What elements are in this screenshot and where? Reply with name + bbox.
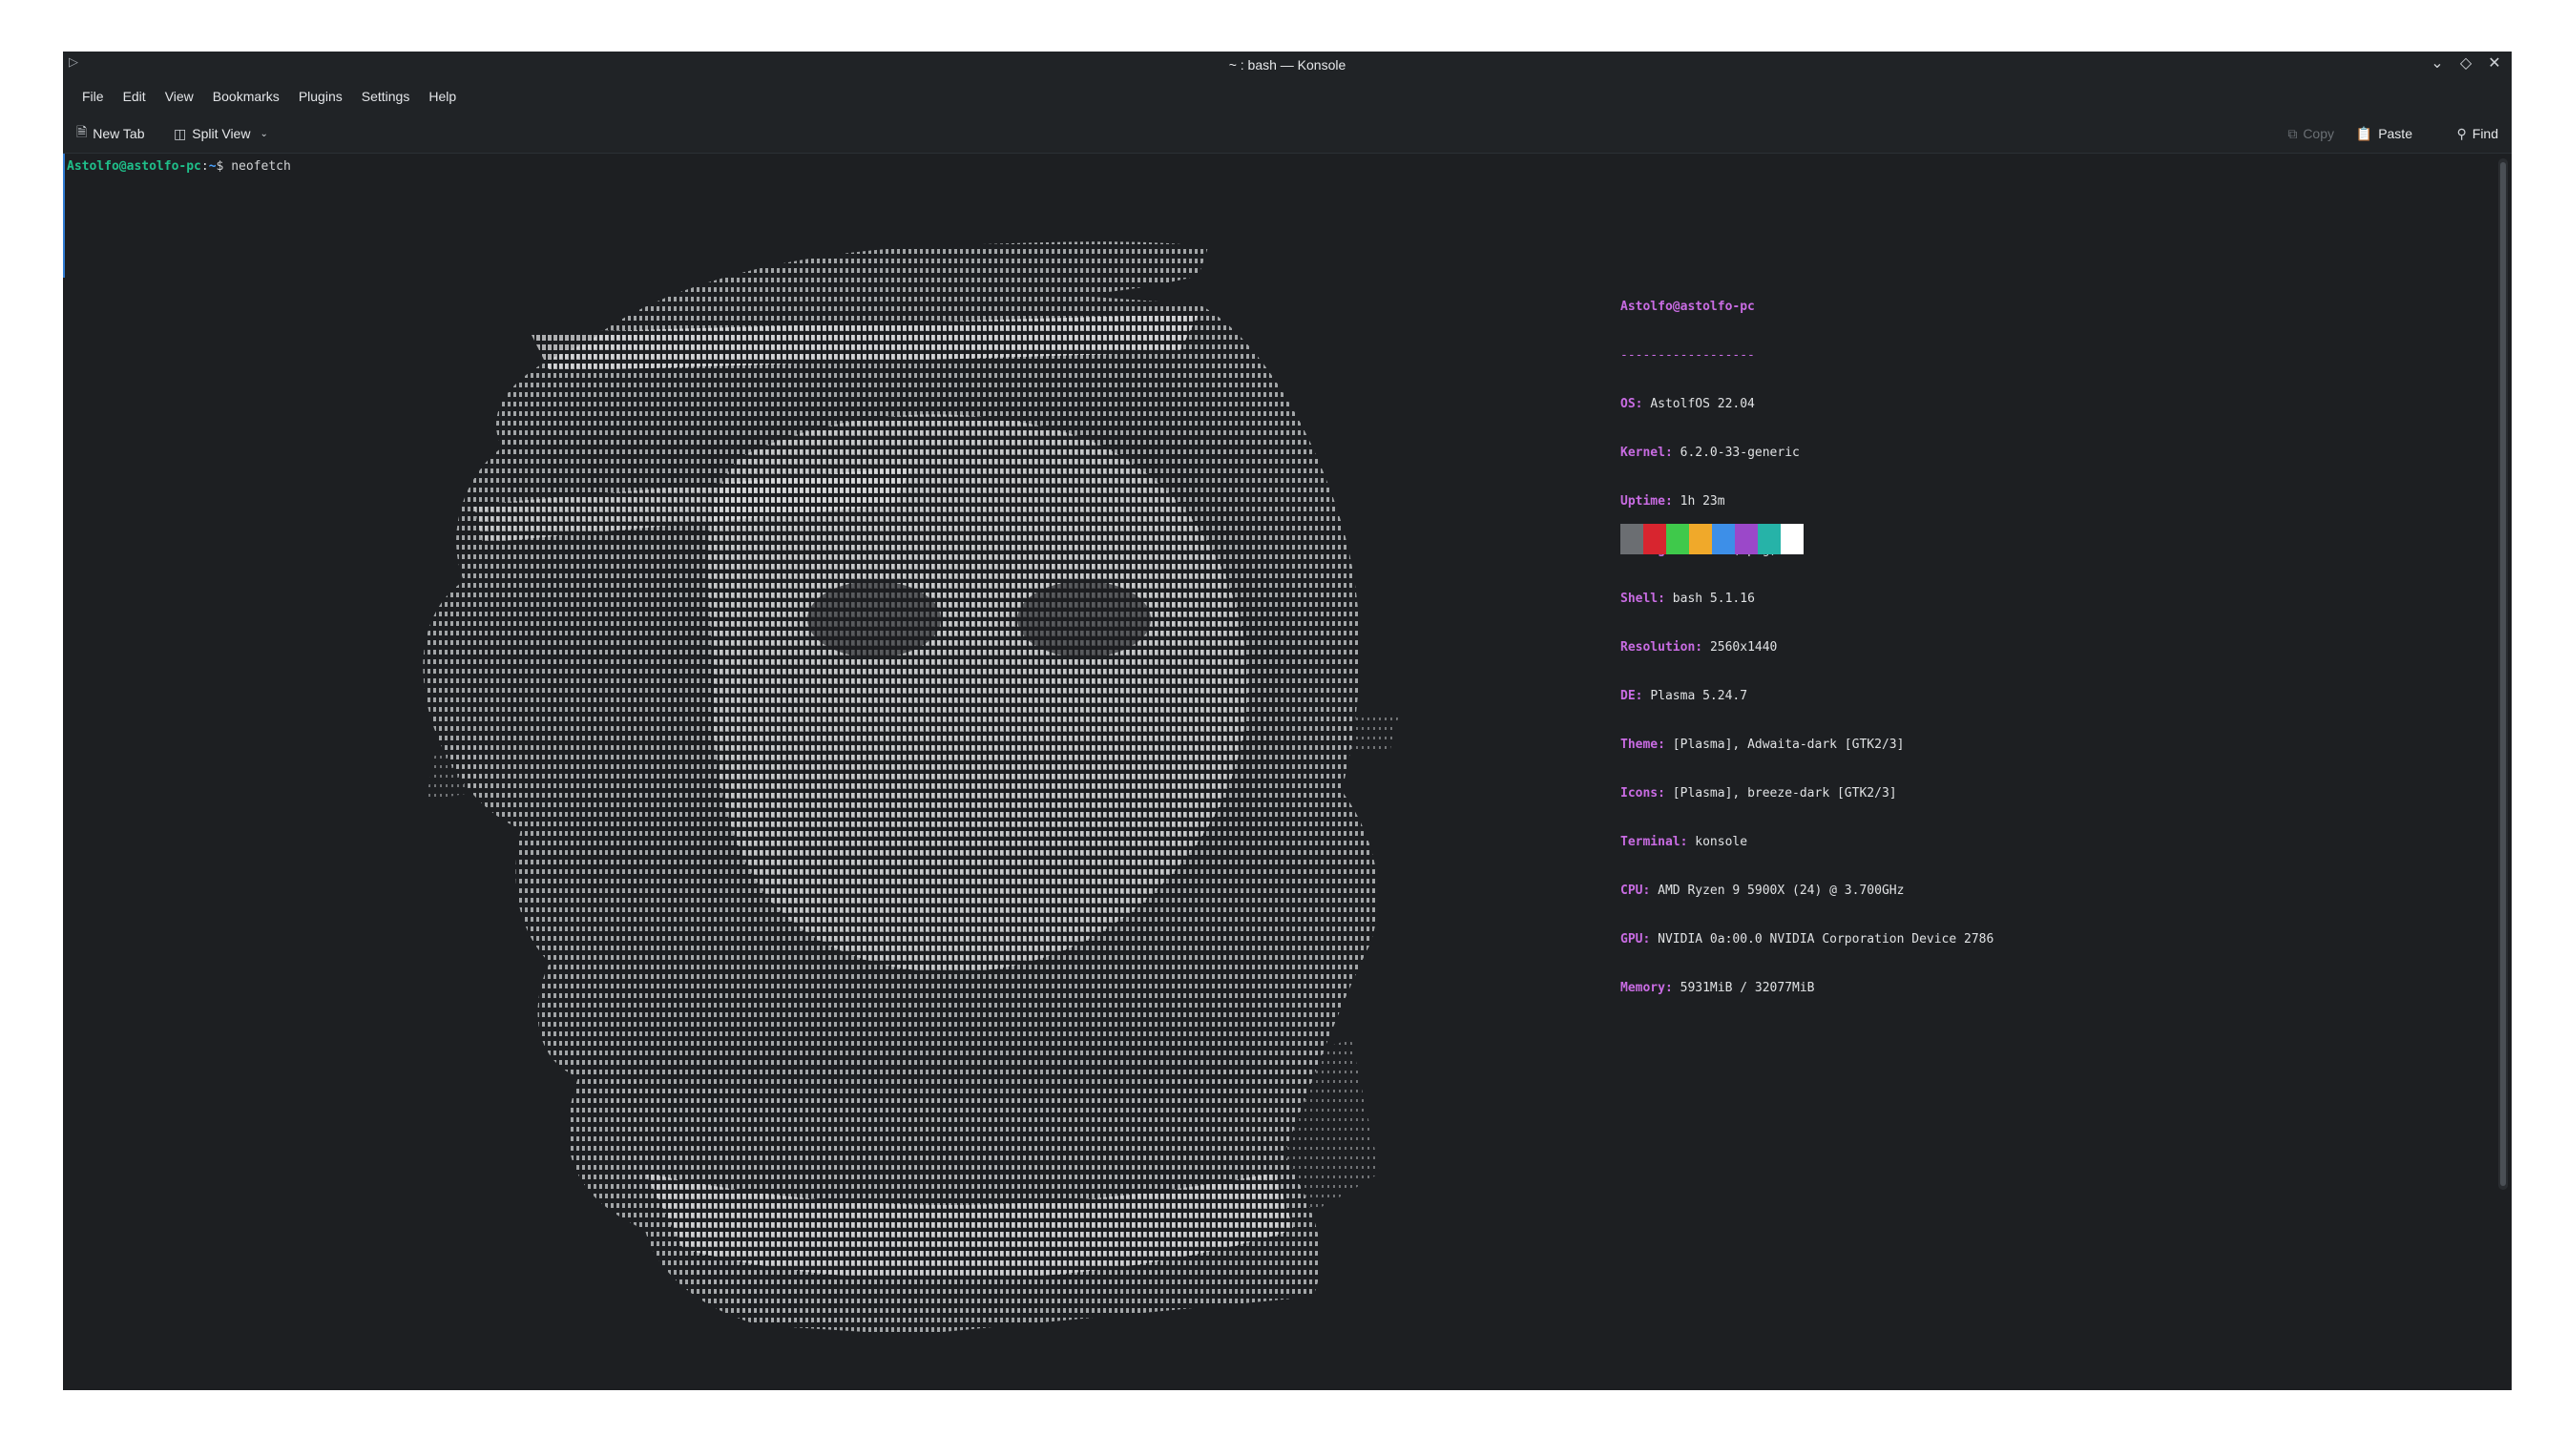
info-key: Theme [1620, 738, 1659, 752]
info-key: DE [1620, 689, 1636, 703]
new-tab-icon: 🗎 [76, 124, 88, 139]
command-prompt: Astolfo@astolfo-pc:~$ neofetch [67, 159, 291, 174]
info-key: Uptime [1620, 494, 1665, 509]
info-value: konsole [1695, 835, 1748, 849]
prompt-symbol: $ [216, 159, 224, 174]
info-key: Shell [1620, 592, 1659, 606]
split-view-button[interactable]: ◫ Split View ⌄ [174, 122, 268, 145]
color-swatch [1666, 524, 1689, 554]
window-controls: ⌄ ◇ ✕ [2430, 55, 2502, 73]
info-key: GPU [1620, 932, 1643, 946]
ascii-portrait-art [244, 218, 1494, 1363]
terminal-scrollbar[interactable] [2498, 158, 2508, 1190]
search-icon: ⚲ [2456, 125, 2467, 141]
main-toolbar: 🗎 New Tab ◫ Split View ⌄ ⧉ Copy 📋 Paste … [63, 114, 2512, 154]
konsole-window: ▷ ~ : bash — Konsole ⌄ ◇ ✕ File Edit Vie… [63, 52, 2512, 1390]
info-value: bash 5.1.16 [1672, 592, 1755, 606]
copy-label: Copy [2303, 126, 2334, 141]
scrollbar-thumb[interactable] [2500, 162, 2506, 1186]
info-value: Plasma 5.24.7 [1650, 689, 1748, 703]
info-header: Astolfo@astolfo-pc [1620, 300, 1755, 314]
prompt-path: ~ [208, 159, 217, 174]
neofetch-info: Astolfo@astolfo-pc ------------------ OS… [1620, 266, 1993, 1029]
info-row: Theme: [Plasma], Adwaita-dark [GTK2/3] [1620, 738, 1905, 752]
info-value: NVIDIA 0a:00.0 NVIDIA Corporation Device… [1658, 932, 1994, 946]
new-tab-button[interactable]: 🗎 New Tab [76, 122, 144, 145]
find-button[interactable]: ⚲ Find [2457, 122, 2499, 145]
paste-label: Paste [2378, 126, 2412, 141]
color-swatch [1689, 524, 1712, 554]
color-swatch [1712, 524, 1735, 554]
info-row: Shell: bash 5.1.16 [1620, 592, 1755, 606]
info-value: 1h 23m [1680, 494, 1725, 509]
chevron-down-icon[interactable]: ⌄ [260, 129, 267, 139]
copy-button[interactable]: ⧉ Copy [2287, 122, 2334, 145]
minimize-icon[interactable]: ⌄ [2430, 55, 2445, 73]
info-row: GPU: NVIDIA 0a:00.0 NVIDIA Corporation D… [1620, 932, 1994, 946]
info-row: Resolution: 2560x1440 [1620, 640, 1778, 655]
split-view-icon: ◫ [174, 125, 187, 141]
menu-view[interactable]: View [156, 78, 203, 114]
color-swatch [1735, 524, 1758, 554]
info-row: Memory: 5931MiB / 32077MiB [1620, 981, 1815, 995]
focus-indicator [63, 154, 65, 278]
paste-button[interactable]: 📋 Paste [2356, 122, 2412, 145]
info-value: [Plasma], breeze-dark [GTK2/3] [1672, 786, 1897, 801]
info-row: Kernel: 6.2.0-33-generic [1620, 446, 1800, 460]
close-icon[interactable]: ✕ [2487, 55, 2502, 73]
info-row: Icons: [Plasma], breeze-dark [GTK2/3] [1620, 786, 1897, 801]
menu-bar: File Edit View Bookmarks Plugins Setting… [63, 78, 2512, 114]
info-value: 2560x1440 [1709, 640, 1778, 655]
info-key: Memory [1620, 981, 1665, 995]
menu-plugins[interactable]: Plugins [289, 78, 352, 114]
new-tab-label: New Tab [93, 126, 145, 141]
info-key: Icons [1620, 786, 1659, 801]
info-row: CPU: AMD Ryzen 9 5900X (24) @ 3.700GHz [1620, 884, 1905, 898]
info-key: Kernel [1620, 446, 1665, 460]
maximize-icon[interactable]: ◇ [2458, 55, 2473, 73]
menu-edit[interactable]: Edit [114, 78, 156, 114]
menu-help[interactable]: Help [419, 78, 466, 114]
info-row: OS: AstolfOS 22.04 [1620, 397, 1755, 411]
info-key: Terminal [1620, 835, 1680, 849]
command-text: neofetch [231, 159, 291, 174]
window-title: ~ : bash — Konsole [1228, 57, 1346, 73]
info-value: AstolfOS 22.04 [1650, 397, 1755, 411]
info-value: 6.2.0-33-generic [1680, 446, 1800, 460]
color-swatch [1781, 524, 1804, 554]
prompt-user: Astolfo@astolfo-pc [67, 159, 201, 174]
menu-settings[interactable]: Settings [352, 78, 420, 114]
copy-icon: ⧉ [2287, 125, 2298, 141]
menu-file[interactable]: File [73, 78, 114, 114]
color-swatches [1620, 524, 1804, 554]
info-row: Uptime: 1h 23m [1620, 494, 1725, 509]
title-bar[interactable]: ▷ ~ : bash — Konsole ⌄ ◇ ✕ [63, 52, 2512, 78]
info-value: 5931MiB / 32077MiB [1680, 981, 1815, 995]
info-row: DE: Plasma 5.24.7 [1620, 689, 1748, 703]
paste-icon: 📋 [2355, 125, 2373, 141]
info-key: CPU [1620, 884, 1643, 898]
ascii-portrait-icon [423, 241, 1399, 1335]
menu-bookmarks[interactable]: Bookmarks [203, 78, 289, 114]
info-row: Terminal: konsole [1620, 835, 1748, 849]
color-swatch [1620, 524, 1643, 554]
prompt-separator: : [200, 159, 209, 174]
find-label: Find [2472, 126, 2498, 141]
info-key: OS [1620, 397, 1636, 411]
color-swatch [1758, 524, 1781, 554]
color-swatch [1643, 524, 1666, 554]
split-view-label: Split View [192, 126, 251, 141]
info-value: AMD Ryzen 9 5900X (24) @ 3.700GHz [1658, 884, 1905, 898]
info-separator: ------------------ [1620, 348, 1755, 363]
terminal-area[interactable]: Astolfo@astolfo-pc:~$ neofetch Astolfo@a… [63, 154, 2493, 1390]
info-key: Resolution [1620, 640, 1696, 655]
info-value: [Plasma], Adwaita-dark [GTK2/3] [1672, 738, 1905, 752]
